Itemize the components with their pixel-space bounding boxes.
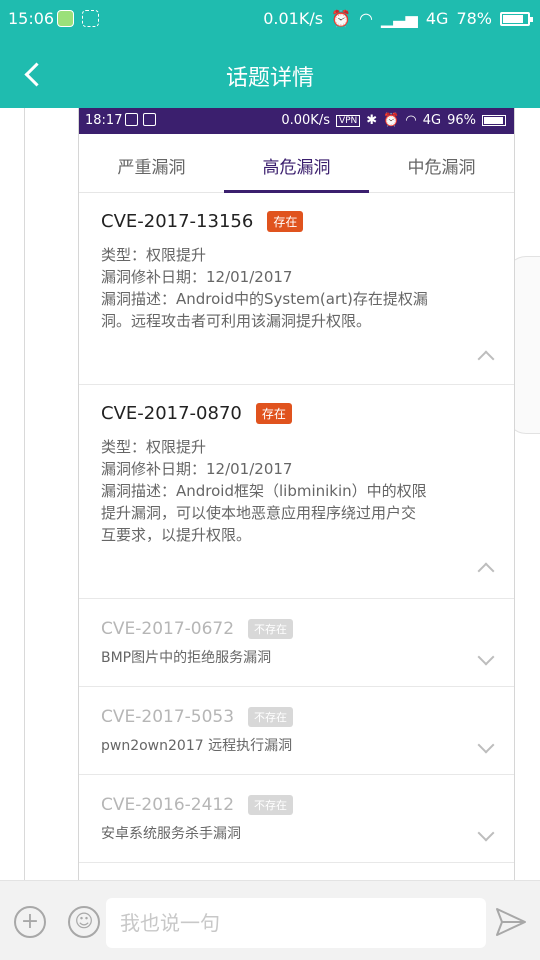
inner-status-bar: 18:17 0.00K/s VPN ✱ ⏰ ◠ 4G 96% [79,108,514,134]
inner-wifi-icon: ◠ [405,113,417,128]
tab-critical[interactable]: 严重漏洞 [79,134,224,192]
vuln-description: 漏洞描述：Android框架（libminikin）中的权限 [101,482,427,500]
battery-icon [500,11,533,26]
send-icon[interactable] [494,905,528,939]
vuln-description: 提升漏洞，可以使本地恶意应用程序绕过用户交 [101,504,417,522]
wifi-icon: ◠ [358,9,373,28]
vuln-description: 洞。远程攻击者可利用该漏洞提升权限。 [101,312,372,330]
inner-network-speed: 0.00K/s [281,113,330,128]
network-speed: 0.01K/s [263,9,324,28]
status-badge: 不存在 [248,795,294,815]
inner-alarm-icon: ⏰ [383,113,400,128]
divider-line [24,108,25,880]
inner-app-icon [125,113,138,126]
topic-content[interactable]: 18:17 0.00K/s VPN ✱ ⏰ ◠ 4G 96% 严重漏洞 高危漏洞… [0,108,540,880]
cve-id: CVE-2017-0672 [101,619,235,639]
cve-id: CVE-2016-2412 [101,795,235,815]
inner-scan-icon [143,113,156,126]
status-badge: 存在 [267,211,304,232]
wechat-notification-icon [57,10,74,27]
bluetooth-icon: ✱ [366,113,378,128]
inner-status-time: 18:17 [85,113,123,128]
system-status-bar: 15:06 0.01K/s ⏰ ◠ ▁▃▅ 4G 78% [0,0,540,38]
plus-icon[interactable]: + [14,906,46,938]
cve-id: CVE-2017-13156 [101,211,254,232]
cve-id: CVE-2017-5053 [101,707,235,727]
network-type: 4G [425,9,449,28]
battery-percent: 78% [456,9,492,28]
chevron-up-icon[interactable] [477,562,495,580]
vuln-patch-date: 漏洞修补日期：12/01/2017 [101,460,293,478]
vuln-type: 类型：权限提升 [101,438,207,456]
scan-notification-icon [82,10,99,27]
vuln-description: 漏洞描述：Android中的System(art)存在提权漏 [101,290,428,308]
status-badge: 存在 [255,403,292,424]
app-header: 话题详情 [0,38,540,108]
tab-medium[interactable]: 中危漏洞 [369,134,514,192]
vuln-description: 互要求，以提升权限。 [101,526,252,544]
status-right: 0.01K/s ⏰ ◠ ▁▃▅ 4G 78% [263,9,533,28]
vuln-summary: pwn2own2017 远程执行漏洞 [101,738,293,754]
embedded-screenshot[interactable]: 18:17 0.00K/s VPN ✱ ⏰ ◠ 4G 96% 严重漏洞 高危漏洞… [78,108,515,880]
tab-high[interactable]: 高危漏洞 [224,134,369,193]
vuln-card-expanded[interactable]: CVE-2017-0870 存在 类型：权限提升 漏洞修补日期：12/01/20… [79,385,514,599]
status-badge: 不存在 [248,619,294,639]
status-time: 15:06 [8,9,55,28]
vuln-type: 类型：权限提升 [101,246,207,264]
alarm-icon: ⏰ [331,9,351,28]
inner-status-right: 0.00K/s VPN ✱ ⏰ ◠ 4G 96% [281,113,506,128]
severity-tabs: 严重漏洞 高危漏洞 中危漏洞 [79,134,514,193]
page-title: 话题详情 [225,66,314,91]
inner-network-type: 4G [422,113,442,128]
inner-battery-icon [482,115,506,126]
comment-input[interactable] [106,898,486,948]
vuln-card-collapsed[interactable]: CVE-2017-5053 不存在 pwn2own2017 远程执行漏洞 [79,687,514,775]
vpn-icon: VPN [335,114,361,127]
chevron-up-icon[interactable] [477,350,495,368]
vuln-summary: BMP图片中的拒绝服务漏洞 [101,650,272,666]
vuln-card-collapsed[interactable]: CVE-2017-0672 不存在 BMP图片中的拒绝服务漏洞 [79,599,514,687]
status-badge: 不存在 [248,707,294,727]
vuln-summary: 安卓系统服务杀手漏洞 [101,826,241,842]
inner-battery-percent: 96% [447,113,476,128]
vuln-patch-date: 漏洞修补日期：12/01/2017 [101,268,293,286]
signal-icon: ▁▃▅ [380,9,418,28]
vuln-card-expanded[interactable]: CVE-2017-13156 存在 类型：权限提升 漏洞修补日期：12/01/2… [79,193,514,385]
cve-id: CVE-2017-0870 [101,403,242,424]
comment-bar: + ☺ [0,880,540,960]
emoji-icon[interactable]: ☺ [68,906,100,938]
vuln-card-collapsed[interactable]: CVE-2016-2412 不存在 安卓系统服务杀手漏洞 [79,775,514,863]
